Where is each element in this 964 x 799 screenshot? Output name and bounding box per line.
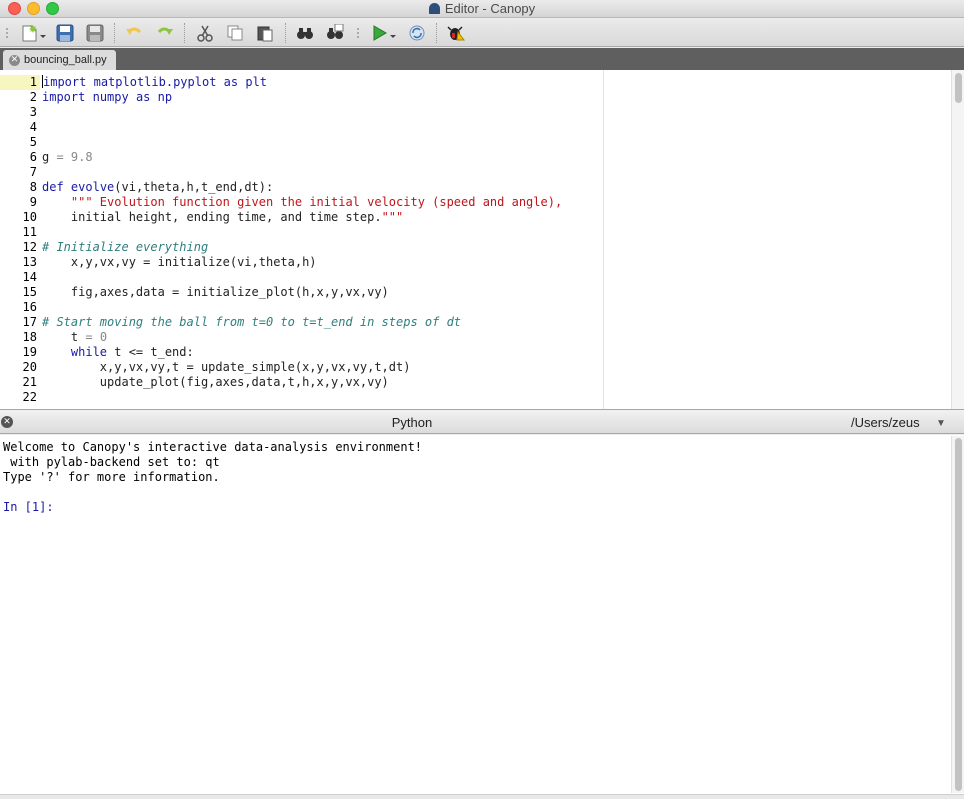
canopy-app-icon: [429, 3, 440, 14]
line-number: 1: [0, 75, 40, 90]
find-button[interactable]: [295, 24, 315, 42]
editor-vertical-scrollbar[interactable]: [951, 70, 964, 409]
bug-icon: [447, 24, 465, 42]
redo-icon: [156, 24, 174, 42]
toolbar: [0, 19, 964, 47]
window-title: Editor - Canopy: [0, 1, 964, 16]
line-number: 5: [0, 135, 37, 150]
save-all-button[interactable]: [85, 24, 105, 42]
code-line[interactable]: import numpy as np: [42, 90, 172, 105]
line-number: 12: [0, 240, 37, 255]
play-icon: [371, 24, 399, 42]
line-number: 13: [0, 255, 37, 270]
console-output-line: Welcome to Canopy's interactive data-ana…: [3, 440, 422, 455]
code-line[interactable]: def evolve(vi,theta,h,t_end,dt):: [42, 180, 273, 195]
code-line[interactable]: update_plot(fig,axes,data,t,h,x,y,vx,vy): [42, 375, 389, 390]
run-button[interactable]: [370, 24, 400, 42]
line-number-gutter: 12345678910111213141516171819202122: [0, 70, 40, 409]
code-line[interactable]: """ Evolution function given the initial…: [42, 195, 562, 210]
console-output-line: Type '?' for more information.: [3, 470, 220, 485]
title-bar: Editor - Canopy: [0, 0, 964, 18]
toolbar-grip-icon: [3, 24, 11, 42]
status-strip: [0, 794, 964, 799]
code-line[interactable]: import matplotlib.pyplot as plt: [42, 75, 267, 90]
code-line[interactable]: x,y,vx,vy = initialize(vi,theta,h): [42, 255, 317, 270]
python-pane-header: ✕ Python /Users/zeus ▼: [0, 409, 964, 434]
new-file-button[interactable]: [18, 24, 48, 42]
line-number: 3: [0, 105, 37, 120]
line-number: 16: [0, 300, 37, 315]
find-replace-icon: [326, 24, 344, 42]
code-line[interactable]: while t <= t_end:: [42, 345, 194, 360]
line-number: 14: [0, 270, 37, 285]
scissors-icon: [196, 24, 214, 42]
console-input-prompt[interactable]: In [1]:: [3, 500, 54, 515]
line-number: 8: [0, 180, 37, 195]
code-line[interactable]: g = 9.8: [42, 150, 93, 165]
python-console[interactable]: Welcome to Canopy's interactive data-ana…: [0, 435, 964, 799]
line-number: 21: [0, 375, 37, 390]
line-number: 11: [0, 225, 37, 240]
change-directory-button[interactable]: [407, 24, 427, 42]
copy-button[interactable]: [225, 24, 245, 42]
code-line[interactable]: # Start moving the ball from t=0 to t=t_…: [42, 315, 461, 330]
line-number: 17: [0, 315, 37, 330]
find-replace-button[interactable]: [325, 24, 345, 42]
save-icon: [56, 24, 74, 42]
line-number: 9: [0, 195, 37, 210]
console-output-line: with pylab-backend set to: qt: [3, 455, 220, 470]
new-file-icon: [19, 24, 47, 42]
toolbar-grip-icon: [354, 24, 362, 42]
toolbar-separator: [285, 23, 286, 43]
code-line[interactable]: x,y,vx,vy,t = update_simple(x,y,vx,vy,t,…: [42, 360, 410, 375]
cut-button[interactable]: [195, 24, 215, 42]
code-line[interactable]: t = 0: [42, 330, 107, 345]
chevron-down-icon[interactable]: ▼: [936, 418, 946, 429]
code-line[interactable]: initial height, ending time, and time st…: [42, 210, 403, 225]
copy-icon: [226, 24, 244, 42]
line-number: 20: [0, 360, 37, 375]
console-scroll-thumb[interactable]: [955, 438, 962, 791]
line-number: 2: [0, 90, 37, 105]
tab-bouncing-ball[interactable]: ✕ bouncing_ball.py: [3, 50, 116, 70]
binoculars-icon: [296, 24, 314, 42]
editor-tab-strip: ✕ bouncing_ball.py: [0, 48, 964, 70]
line-number: 7: [0, 165, 37, 180]
tab-label: bouncing_ball.py: [24, 54, 107, 66]
right-margin-guide: [603, 70, 604, 409]
paste-button[interactable]: [255, 24, 275, 42]
code-line[interactable]: fig,axes,data = initialize_plot(h,x,y,vx…: [42, 285, 389, 300]
line-number: 22: [0, 390, 37, 405]
code-line[interactable]: # Initialize everything: [42, 240, 208, 255]
line-number: 10: [0, 210, 37, 225]
working-directory[interactable]: /Users/zeus: [851, 415, 920, 430]
save-button[interactable]: [55, 24, 75, 42]
line-number: 19: [0, 345, 37, 360]
paste-icon: [256, 24, 274, 42]
line-number: 18: [0, 330, 37, 345]
undo-button[interactable]: [124, 24, 144, 42]
editor-scroll-thumb[interactable]: [955, 73, 962, 103]
sync-dir-icon: [408, 24, 426, 42]
toolbar-separator: [436, 23, 437, 43]
line-number: 15: [0, 285, 37, 300]
undo-icon: [125, 24, 143, 42]
line-number: 6: [0, 150, 37, 165]
toolbar-separator: [114, 23, 115, 43]
line-number: 4: [0, 120, 37, 135]
toolbar-separator: [184, 23, 185, 43]
tab-close-icon[interactable]: ✕: [9, 55, 20, 66]
debug-button[interactable]: [446, 24, 466, 42]
redo-button[interactable]: [155, 24, 175, 42]
python-pane-title: Python: [0, 415, 824, 430]
code-editor[interactable]: 12345678910111213141516171819202122 impo…: [0, 70, 964, 409]
console-vertical-scrollbar[interactable]: [951, 436, 964, 793]
save-all-icon: [86, 24, 104, 42]
